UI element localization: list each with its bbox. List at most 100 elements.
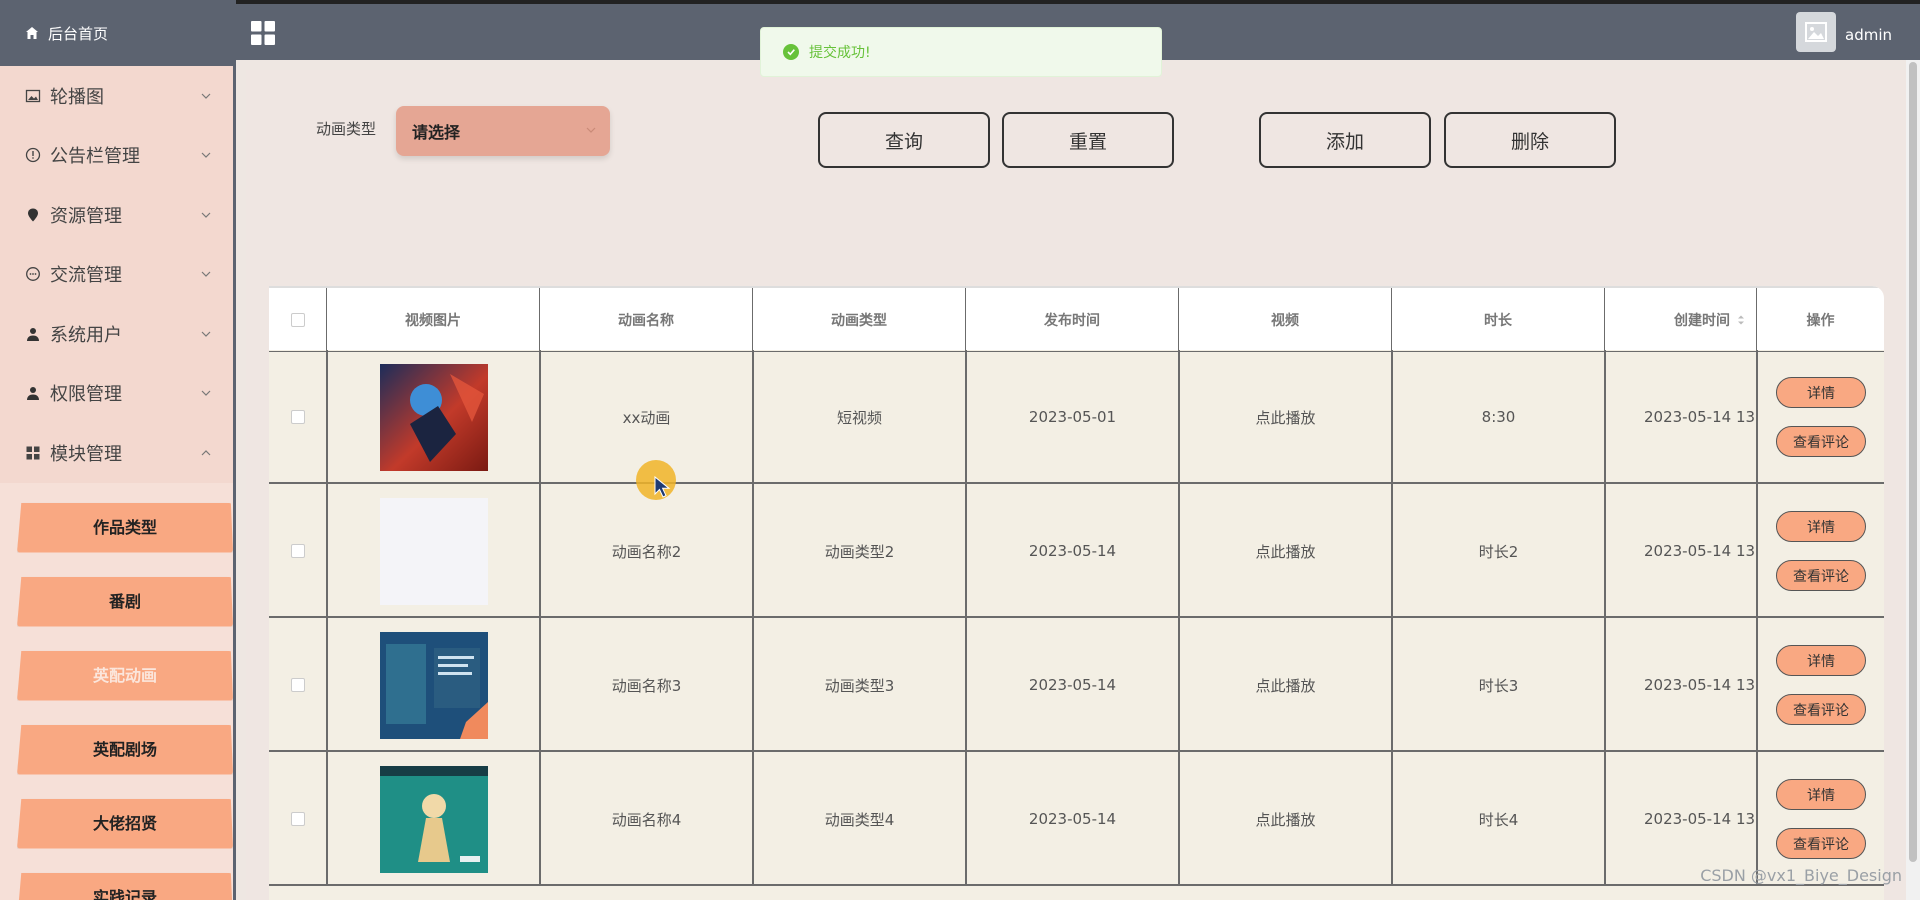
sidebar-item-label: 交流管理 <box>50 265 122 287</box>
detail-button[interactable]: 详情 <box>1776 377 1866 408</box>
video-thumbnail[interactable] <box>379 363 488 471</box>
type-select[interactable]: 请选择 <box>396 106 610 156</box>
thumbnail-cell <box>326 752 539 886</box>
user-icon <box>24 384 42 402</box>
submenu-item-recruit[interactable]: 大佬招贤 <box>17 798 233 849</box>
username[interactable]: admin <box>1845 26 1892 44</box>
sidebar: 后台首页 轮播图 公告栏管理 资源管理 交流管理 系统用户 权限管理 模块管理 … <box>0 0 236 900</box>
add-button[interactable]: 添加 <box>1259 112 1431 168</box>
select-all-checkbox[interactable] <box>290 312 305 327</box>
name-cell: 动画名称4 <box>539 752 752 886</box>
duration-cell: 时长3 <box>1391 618 1604 752</box>
data-table: 视频图片 动画名称 动画类型 发布时间 视频 时长 创建时间 操作 xx动画 短… <box>269 286 1884 900</box>
video-thumbnail[interactable] <box>379 497 488 605</box>
sidebar-item-label: 公告栏管理 <box>50 146 140 168</box>
row-select-cell <box>269 752 326 886</box>
sidebar-item-resource[interactable]: 资源管理 <box>0 185 233 245</box>
date-cell: 2023-05-01 <box>965 350 1178 484</box>
submenu-item-work-type[interactable]: 作品类型 <box>17 502 233 553</box>
column-header: 创建时间 <box>1674 312 1730 329</box>
submenu-item-dub-theater[interactable]: 英配剧场 <box>17 724 233 775</box>
sidebar-item-notice[interactable]: 公告栏管理 <box>0 126 233 186</box>
chevron-up-icon <box>201 449 211 456</box>
select-all-cell <box>269 288 326 352</box>
sidebar-item-modules[interactable]: 模块管理 <box>0 423 233 483</box>
chevron-down-icon <box>201 212 211 218</box>
name-cell: 动画名称2 <box>539 484 752 618</box>
avatar[interactable] <box>1796 12 1836 52</box>
chevron-down-icon <box>201 331 211 337</box>
row-checkbox[interactable] <box>290 678 305 692</box>
grid-icon <box>24 444 42 462</box>
sort-icon[interactable] <box>1736 313 1746 327</box>
toast-message: 提交成功! <box>809 45 871 61</box>
reset-button[interactable]: 重置 <box>1002 112 1174 168</box>
sidebar-item-label: 系统用户 <box>50 324 122 346</box>
sidebar-item-label: 资源管理 <box>50 205 122 227</box>
play-video-link[interactable]: 点此播放 <box>1178 752 1391 886</box>
thumbnail-cell <box>326 484 539 618</box>
detail-button[interactable]: 详情 <box>1776 779 1866 810</box>
row-checkbox[interactable] <box>290 410 305 424</box>
row-checkbox[interactable] <box>290 812 305 826</box>
chevron-down-icon <box>201 93 211 99</box>
module-submenu: 作品类型 番剧 英配动画 英配剧场 大佬招贤 实践记录 <box>0 482 233 900</box>
view-comments-button[interactable]: 查看评论 <box>1776 560 1866 591</box>
column-header-sortable[interactable]: 创建时间 <box>1604 288 1756 352</box>
sidebar-item-carousel[interactable]: 轮播图 <box>0 66 233 126</box>
duration-cell: 8:30 <box>1391 350 1604 484</box>
sidebar-home[interactable]: 后台首页 <box>0 0 233 66</box>
play-video-link[interactable]: 点此播放 <box>1178 618 1391 752</box>
column-header: 操作 <box>1756 288 1884 352</box>
chevron-down-icon <box>201 152 211 159</box>
table-row: xx动画 短视频 2023-05-01 点此播放 8:30 2023-05-14… <box>269 350 1884 484</box>
actions-cell: 详情 查看评论 <box>1756 350 1884 484</box>
type-select-value: 请选择 <box>412 123 461 142</box>
query-button[interactable]: 查询 <box>818 112 990 168</box>
actions-cell: 详情 查看评论 <box>1756 618 1884 752</box>
table-header: 视频图片 动画名称 动画类型 发布时间 视频 时长 创建时间 操作 <box>269 286 1884 352</box>
view-comments-button[interactable]: 查看评论 <box>1776 828 1866 859</box>
created-cell: 2023-05-14 13:10 <box>1604 484 1756 618</box>
play-video-link[interactable]: 点此播放 <box>1178 350 1391 484</box>
row-checkbox[interactable] <box>290 544 305 558</box>
view-comments-button[interactable]: 查看评论 <box>1776 694 1866 725</box>
video-thumbnail[interactable] <box>379 631 488 739</box>
detail-button[interactable]: 详情 <box>1776 645 1866 676</box>
image-icon <box>1805 22 1827 42</box>
view-comments-button[interactable]: 查看评论 <box>1776 426 1866 457</box>
menu-toggle-icon[interactable] <box>250 20 276 46</box>
duration-cell: 时长2 <box>1391 484 1604 618</box>
type-cell: 动画类型4 <box>752 752 965 886</box>
table-row: 动画名称3 动画类型3 2023-05-14 点此播放 时长3 2023-05-… <box>269 618 1884 752</box>
type-cell: 动画类型3 <box>752 618 965 752</box>
thumbnail-cell <box>326 350 539 484</box>
actions-cell: 详情 查看评论 <box>1756 484 1884 618</box>
submenu-item-series[interactable]: 番剧 <box>17 576 233 627</box>
scrollbar-thumb[interactable] <box>1909 62 1917 862</box>
sidebar-item-system-users[interactable]: 系统用户 <box>0 304 233 364</box>
type-cell: 动画类型2 <box>752 484 965 618</box>
column-header: 时长 <box>1391 288 1604 352</box>
chevron-down-icon <box>586 127 596 133</box>
created-cell: 2023-05-14 13:10 <box>1604 618 1756 752</box>
submenu-item-practice[interactable]: 实践记录 <box>17 872 233 900</box>
sidebar-item-permissions[interactable]: 权限管理 <box>0 364 233 424</box>
detail-button[interactable]: 详情 <box>1776 511 1866 542</box>
date-cell: 2023-05-14 <box>965 618 1178 752</box>
play-video-link[interactable]: 点此播放 <box>1178 484 1391 618</box>
column-header: 发布时间 <box>965 288 1178 352</box>
delete-button[interactable]: 删除 <box>1444 112 1616 168</box>
column-header: 动画名称 <box>539 288 752 352</box>
submenu-item-dub-animation[interactable]: 英配动画 <box>17 650 233 701</box>
main-panel: 动画类型 请选择 查询 重置 添加 删除 视频图片 动画名称 动画类型 发布时间… <box>246 70 1910 900</box>
thumbnail-cell <box>326 618 539 752</box>
video-thumbnail[interactable] <box>379 765 488 873</box>
sidebar-item-communication[interactable]: 交流管理 <box>0 245 233 305</box>
chevron-down-icon <box>201 271 211 278</box>
home-icon <box>26 27 38 39</box>
search-label: 动画类型 <box>316 120 377 138</box>
sidebar-item-label: 模块管理 <box>50 443 122 465</box>
row-select-cell <box>269 484 326 618</box>
chat-icon <box>24 265 42 283</box>
